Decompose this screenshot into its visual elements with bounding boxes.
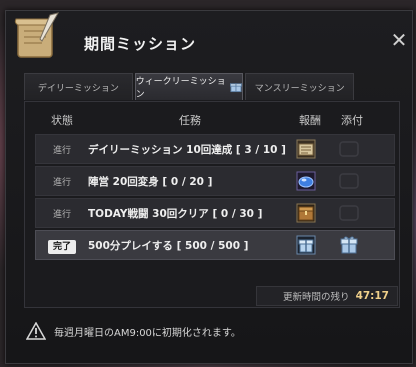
tab-monthly[interactable]: マンスリーミッション xyxy=(245,73,355,100)
mission-row[interactable]: 進行 陣営 20回変身 [ 0 / 20 ] xyxy=(35,166,395,196)
mission-text: 陣営 20回変身 [ 0 / 20 ] xyxy=(88,175,213,188)
refresh-timer: 更新時間の残り 47:17 xyxy=(256,286,398,306)
mission-status-completed: 完了 xyxy=(36,239,88,254)
mission-window: 期間ミッション ✕ デイリーミッション ウィークリーミッション マンスリーミッシ… xyxy=(5,10,413,364)
mission-text: TODAY戦闘 30回クリア [ 0 / 30 ] xyxy=(88,207,263,220)
mission-row-completed[interactable]: 完了 500分プレイする [ 500 / 500 ] xyxy=(35,230,395,260)
tab-label: ウィークリーミッション xyxy=(135,77,226,100)
column-header-status: 状態 xyxy=(51,114,73,127)
mission-status: 進行 xyxy=(52,209,71,220)
empty-slot-icon xyxy=(339,205,359,221)
tab-daily[interactable]: デイリーミッション xyxy=(24,73,133,100)
mission-text: デイリーミッション 10回達成 [ 3 / 10 ] xyxy=(88,143,286,156)
mission-row[interactable]: 進行 TODAY戦闘 30回クリア [ 0 / 30 ] xyxy=(35,198,395,228)
blue-crystal-icon[interactable] xyxy=(296,171,316,191)
treasure-box-icon[interactable] xyxy=(296,203,316,223)
timer-value: 47:17 xyxy=(355,290,389,302)
mission-status: 進行 xyxy=(52,177,71,188)
reset-notice: 毎週月曜日のAM9:00に初期化されます。 xyxy=(26,319,241,343)
tab-label: デイリーミッション xyxy=(37,83,119,94)
timer-label: 更新時間の残り xyxy=(283,292,350,303)
column-header-reward: 報酬 xyxy=(299,114,321,127)
completed-badge: 完了 xyxy=(47,239,76,254)
tab-label: マンスリーミッション xyxy=(254,83,345,94)
mission-text: 500分プレイする [ 500 / 500 ] xyxy=(88,239,249,252)
column-header-mission: 任務 xyxy=(179,114,201,127)
window-title: 期間ミッション xyxy=(84,35,197,53)
empty-slot-icon xyxy=(339,173,359,189)
gift-icon[interactable] xyxy=(338,236,360,254)
tab-bar: デイリーミッション ウィークリーミッション マンスリーミッション xyxy=(24,73,356,101)
notice-text: 毎週月曜日のAM9:00に初期化されます。 xyxy=(54,327,241,339)
mission-status: 進行 xyxy=(52,145,71,156)
tab-weekly[interactable]: ウィークリーミッション xyxy=(134,73,244,100)
mission-row[interactable]: 進行 デイリーミッション 10回達成 [ 3 / 10 ] xyxy=(35,134,395,164)
scroll-book-icon[interactable] xyxy=(296,139,316,159)
mission-list-panel: 状態 任務 報酬 添付 進行 デイリーミッション 10回達成 [ 3 / 10 … xyxy=(24,101,400,308)
column-header-attach: 添付 xyxy=(341,114,363,127)
close-button[interactable]: ✕ xyxy=(388,29,410,51)
scroll-quill-icon xyxy=(14,12,60,58)
gift-box-icon[interactable] xyxy=(296,235,316,255)
empty-slot-icon xyxy=(339,141,359,157)
warning-icon xyxy=(26,322,46,340)
gift-icon xyxy=(230,83,243,93)
